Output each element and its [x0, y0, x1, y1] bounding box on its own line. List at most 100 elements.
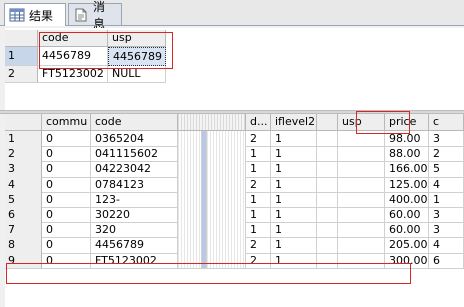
- column-header-price[interactable]: price: [385, 114, 429, 131]
- cell-c[interactable]: 3: [429, 131, 464, 148]
- result-grid-2[interactable]: commu code d... iflevel2 usp price c 100…: [5, 114, 464, 307]
- cell-usp[interactable]: [338, 176, 385, 193]
- cell-usp[interactable]: [338, 207, 385, 224]
- cell-code[interactable]: FT5123002: [91, 252, 178, 269]
- cell-code[interactable]: 0784123: [91, 176, 178, 193]
- cell-c[interactable]: 5: [429, 161, 464, 178]
- cell-commu[interactable]: 0: [42, 176, 91, 193]
- cell-hidden[interactable]: [207, 131, 246, 148]
- tab-messages[interactable]: 消息: [68, 0, 122, 31]
- cell-commu[interactable]: 0: [42, 252, 91, 269]
- cell-c[interactable]: 1: [429, 191, 464, 208]
- cell-code[interactable]: 0365204: [91, 131, 178, 148]
- cell-price[interactable]: 60.00: [385, 222, 429, 239]
- cell-price[interactable]: 125.00: [385, 176, 429, 193]
- cell-hidden[interactable]: [178, 252, 202, 269]
- cell-usp[interactable]: [338, 252, 385, 269]
- row-number[interactable]: 1: [5, 47, 38, 66]
- cell-hidden[interactable]: [178, 222, 202, 239]
- row-number[interactable]: 8: [5, 237, 42, 254]
- cell-code[interactable]: 041115602: [91, 146, 178, 163]
- cell-usp[interactable]: [338, 237, 385, 254]
- cell-code[interactable]: 4456789: [38, 47, 108, 66]
- row-number[interactable]: 4: [5, 176, 42, 193]
- cell-commu[interactable]: 0: [42, 146, 91, 163]
- row-number[interactable]: 3: [5, 161, 42, 178]
- column-header-spacer[interactable]: [317, 114, 338, 131]
- cell-hidden[interactable]: [178, 176, 202, 193]
- column-header-c[interactable]: c: [429, 114, 464, 131]
- cell-d[interactable]: 1: [246, 191, 271, 208]
- cell-price[interactable]: 60.00: [385, 207, 429, 224]
- column-header-code[interactable]: code: [91, 114, 178, 131]
- cell-spacer[interactable]: [317, 252, 338, 269]
- cell-d[interactable]: 1: [246, 222, 271, 239]
- cell-c[interactable]: 4: [429, 237, 464, 254]
- cell-iflevel2[interactable]: 1: [271, 161, 317, 178]
- cell-code[interactable]: 30220: [91, 207, 178, 224]
- cell-hidden[interactable]: [178, 161, 202, 178]
- cell-hidden[interactable]: [178, 237, 202, 254]
- cell-c[interactable]: 3: [429, 207, 464, 224]
- cell-spacer[interactable]: [317, 207, 338, 224]
- cell-spacer[interactable]: [317, 191, 338, 208]
- cell-commu[interactable]: 0: [42, 222, 91, 239]
- column-header-code[interactable]: code: [38, 30, 108, 47]
- cell-iflevel2[interactable]: 1: [271, 222, 317, 239]
- cell-hidden[interactable]: [207, 237, 246, 254]
- cell-d[interactable]: 2: [246, 237, 271, 254]
- cell-usp[interactable]: NULL: [108, 66, 166, 83]
- tab-results[interactable]: 结果: [4, 3, 66, 26]
- cell-price[interactable]: 300.00: [385, 252, 429, 269]
- corner-header[interactable]: [5, 30, 38, 47]
- cell-c[interactable]: 2: [429, 146, 464, 163]
- row-number[interactable]: 7: [5, 222, 42, 239]
- cell-spacer[interactable]: [317, 176, 338, 193]
- cell-d[interactable]: 1: [246, 146, 271, 163]
- column-header-iflevel2[interactable]: iflevel2: [271, 114, 317, 131]
- cell-hidden[interactable]: [178, 131, 202, 148]
- row-number[interactable]: 9: [5, 252, 42, 269]
- cell-code[interactable]: 04223042: [91, 161, 178, 178]
- cell-code[interactable]: FT5123002: [38, 66, 108, 83]
- cell-commu[interactable]: 0: [42, 237, 91, 254]
- cell-hidden[interactable]: [178, 146, 202, 163]
- cell-c[interactable]: 6: [429, 252, 464, 269]
- cell-price[interactable]: 205.00: [385, 237, 429, 254]
- cell-spacer[interactable]: [317, 237, 338, 254]
- cell-hidden[interactable]: [207, 252, 246, 269]
- cell-hidden[interactable]: [207, 222, 246, 239]
- cell-d[interactable]: 2: [246, 131, 271, 148]
- column-header-usp[interactable]: usp: [338, 114, 385, 131]
- row-number[interactable]: 2: [5, 66, 38, 83]
- cell-d[interactable]: 1: [246, 207, 271, 224]
- cell-usp[interactable]: [338, 131, 385, 148]
- column-header-d[interactable]: d...: [246, 114, 271, 131]
- corner-header[interactable]: [5, 114, 42, 131]
- cell-spacer[interactable]: [317, 161, 338, 178]
- cell-usp-selected[interactable]: 4456789: [108, 47, 166, 66]
- cell-iflevel2[interactable]: 1: [271, 191, 317, 208]
- cell-price[interactable]: 166.00: [385, 161, 429, 178]
- result-grid-1[interactable]: code usp 1 4456789 4456789 2 FT5123002 N…: [5, 28, 464, 110]
- cell-spacer[interactable]: [317, 131, 338, 148]
- cell-hidden[interactable]: [207, 207, 246, 224]
- cell-code[interactable]: 320: [91, 222, 178, 239]
- cell-price[interactable]: 400.00: [385, 191, 429, 208]
- cell-d[interactable]: 2: [246, 176, 271, 193]
- column-header-commu[interactable]: commu: [42, 114, 91, 131]
- cell-price[interactable]: 88.00: [385, 146, 429, 163]
- cell-iflevel2[interactable]: 1: [271, 237, 317, 254]
- cell-usp[interactable]: [338, 146, 385, 163]
- cell-usp[interactable]: [338, 222, 385, 239]
- cell-c[interactable]: 3: [429, 222, 464, 239]
- cell-commu[interactable]: 0: [42, 191, 91, 208]
- cell-hidden[interactable]: [178, 207, 202, 224]
- cell-commu[interactable]: 0: [42, 131, 91, 148]
- cell-code[interactable]: 4456789: [91, 237, 178, 254]
- cell-iflevel2[interactable]: 1: [271, 207, 317, 224]
- cell-usp[interactable]: [338, 191, 385, 208]
- column-header-usp[interactable]: usp: [108, 30, 166, 47]
- cell-iflevel2[interactable]: 1: [271, 252, 317, 269]
- row-number[interactable]: 5: [5, 191, 42, 208]
